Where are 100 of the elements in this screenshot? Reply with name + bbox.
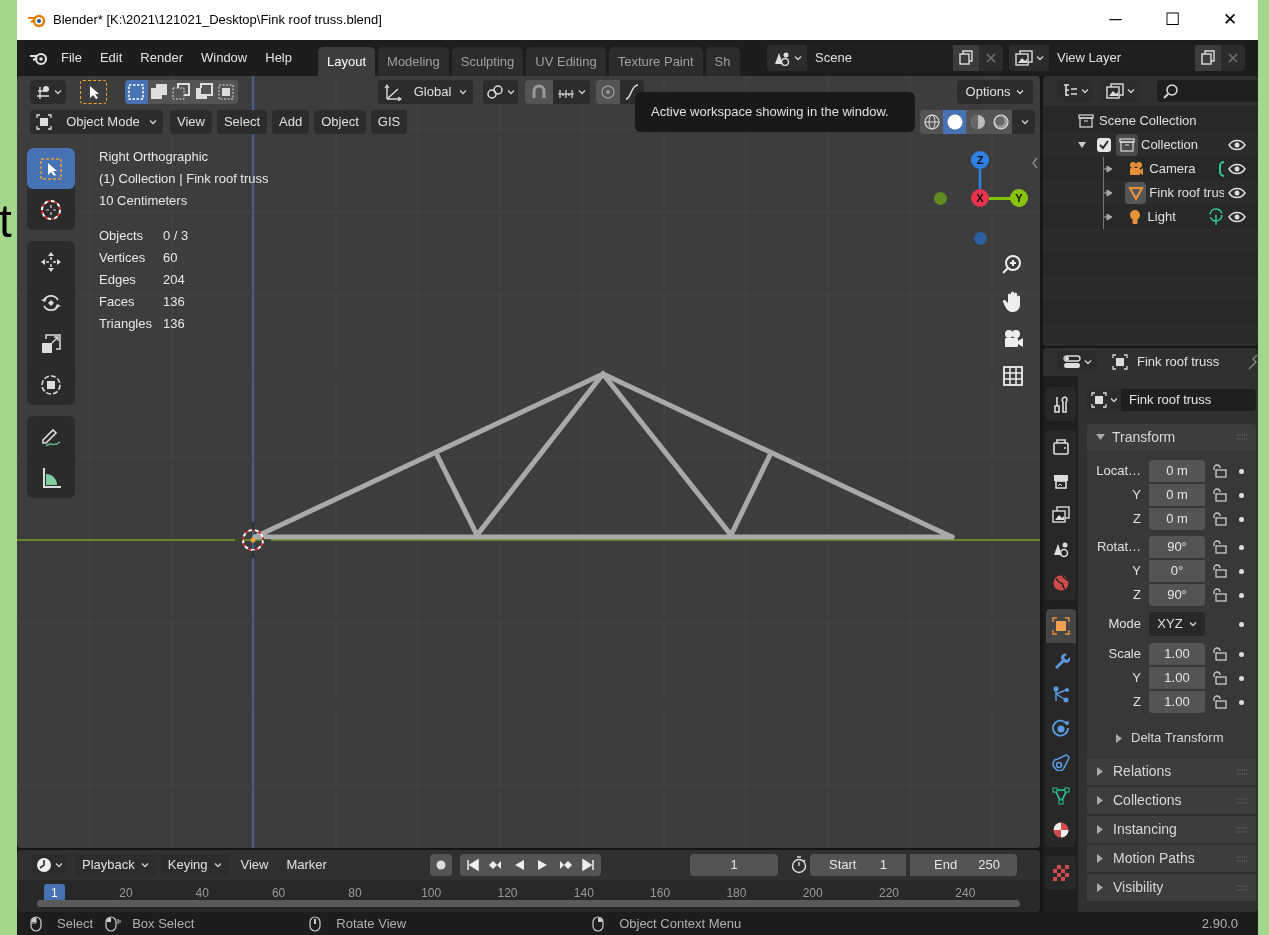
lock-icon[interactable] [1211,588,1227,602]
snap-dropdown[interactable] [552,80,590,104]
menu-dropdown[interactable]: Playback [75,854,156,876]
menu-item[interactable]: File [52,46,91,70]
eye-icon[interactable] [1228,186,1246,200]
display-mode-dropdown[interactable] [1057,80,1093,102]
view-layer-field[interactable]: View Layer [1049,45,1195,71]
close-button[interactable]: ✕ [1201,0,1258,40]
number-field[interactable]: 0 m [1149,484,1205,506]
gizmo-axis-button[interactable]: Y [1010,189,1028,207]
number-field[interactable]: 1.00 [1149,643,1205,665]
pin-icon[interactable] [1248,354,1258,370]
menu-item[interactable]: View [234,854,275,876]
frame-field[interactable]: 1 [690,854,778,876]
select-tool-button[interactable] [80,80,107,104]
proportional-edit-button[interactable] [595,80,620,104]
shading-button[interactable] [989,110,1012,134]
copy-button[interactable] [953,45,979,71]
number-field[interactable]: 0 m [1149,508,1205,530]
lock-icon[interactable] [1211,564,1227,578]
menu-item[interactable]: GIS [370,110,408,134]
mode-dropdown[interactable]: Object Mode [30,110,163,134]
properties-tab[interactable] [1045,609,1076,643]
menu-item[interactable]: Select [216,110,268,134]
select-mode-button[interactable] [170,80,193,104]
collapse-arrow-icon[interactable] [1096,796,1104,805]
workspace-tab[interactable]: UV Editing [526,47,606,76]
menu-item[interactable]: Render [131,46,192,70]
record-button[interactable] [430,854,452,876]
workspace-tab[interactable]: Sh [705,47,740,76]
child-arrow-icon[interactable] [1104,213,1112,221]
tool-button[interactable] [27,148,75,189]
lock-icon[interactable] [1211,695,1227,709]
collapse-arrow-icon[interactable] [1096,883,1104,892]
workspace-tab[interactable]: Layout [318,47,376,76]
minimize-button[interactable]: ─ [1087,0,1144,40]
grid-icon[interactable] [1001,364,1025,388]
child-arrow-icon[interactable] [1104,189,1112,197]
scrollbar[interactable] [37,900,1020,907]
number-field[interactable]: 90° [1149,536,1205,558]
snap-button[interactable] [524,80,553,104]
lock-icon[interactable] [1211,671,1227,685]
workspace-tab[interactable]: Texture Paint [608,47,703,76]
eye-icon[interactable] [1228,162,1246,176]
lock-icon[interactable] [1211,512,1227,526]
checkbox[interactable] [1097,138,1111,152]
chevron-icon[interactable] [1031,157,1039,169]
playback-button[interactable] [460,854,484,876]
start-frame-field[interactable]: Start 1 [810,854,906,876]
select-mode-button[interactable] [215,80,238,104]
select-mode-button[interactable] [125,80,148,104]
object-name-field[interactable]: Fink roof truss [1121,389,1256,411]
playback-button[interactable] [577,854,601,876]
workspace-tab[interactable]: Sculpting [451,47,524,76]
tree-item[interactable]: Fink roof trus [1149,183,1224,203]
view-layer-dropdown[interactable] [1100,80,1140,102]
number-field[interactable]: 90° [1149,584,1205,606]
end-frame-field[interactable]: End 250 [910,854,1017,876]
scene-field[interactable]: Scene [807,45,953,71]
tree-item[interactable]: Scene Collection [1099,111,1197,131]
tree-item[interactable]: Light [1147,207,1216,227]
eye-icon[interactable] [1228,138,1246,152]
shading-button[interactable] [966,110,989,134]
pivot-dropdown[interactable] [482,80,518,104]
lock-icon[interactable] [1211,647,1227,661]
menu-item[interactable]: Add [272,110,310,134]
editor-type-dropdown[interactable] [32,854,66,876]
menu-dropdown[interactable]: Keying [160,854,229,876]
subpanel-header[interactable]: Delta Transform [1131,728,1224,748]
menu-item[interactable]: Object [314,110,366,134]
number-field[interactable]: 1.00 [1149,691,1205,713]
panel-header[interactable]: Transform [1112,426,1176,448]
orientation-dropdown[interactable]: Global [377,80,473,104]
select-mode-button[interactable] [192,80,215,104]
collapse-arrow-icon[interactable] [1096,854,1104,863]
shading-button[interactable] [943,110,966,134]
child-arrow-icon[interactable] [1104,165,1112,173]
menu-item[interactable]: Window [192,46,257,70]
copy-button[interactable] [1195,45,1221,71]
menu-item[interactable]: Help [256,46,301,70]
maximize-button[interactable]: ☐ [1144,0,1201,40]
menu-item[interactable]: Marker [280,854,333,876]
mode-dropdown[interactable]: XYZ [1149,612,1205,636]
number-field[interactable]: 0° [1149,560,1205,582]
number-field[interactable]: 0 m [1149,460,1205,482]
shading-dropdown[interactable] [1012,110,1035,134]
expand-arrow-icon[interactable] [1078,141,1086,149]
collapse-arrow-icon[interactable] [1096,825,1104,834]
gizmo-axis-button[interactable]: X [971,189,989,207]
lock-icon[interactable] [1211,488,1227,502]
editor-type-dropdown[interactable] [1057,351,1097,373]
tree-item[interactable]: Camera [1149,159,1224,179]
eye-icon[interactable] [1228,210,1246,224]
collapse-arrow-icon[interactable] [1115,733,1123,743]
menu-item[interactable]: Edit [90,46,132,70]
menu-item[interactable]: View [170,110,212,134]
tree-item[interactable]: Collection [1141,135,1199,155]
shading-button[interactable] [920,110,943,134]
gizmo-axis-button[interactable]: Z [971,151,989,169]
datablock-dropdown[interactable] [1087,389,1121,411]
